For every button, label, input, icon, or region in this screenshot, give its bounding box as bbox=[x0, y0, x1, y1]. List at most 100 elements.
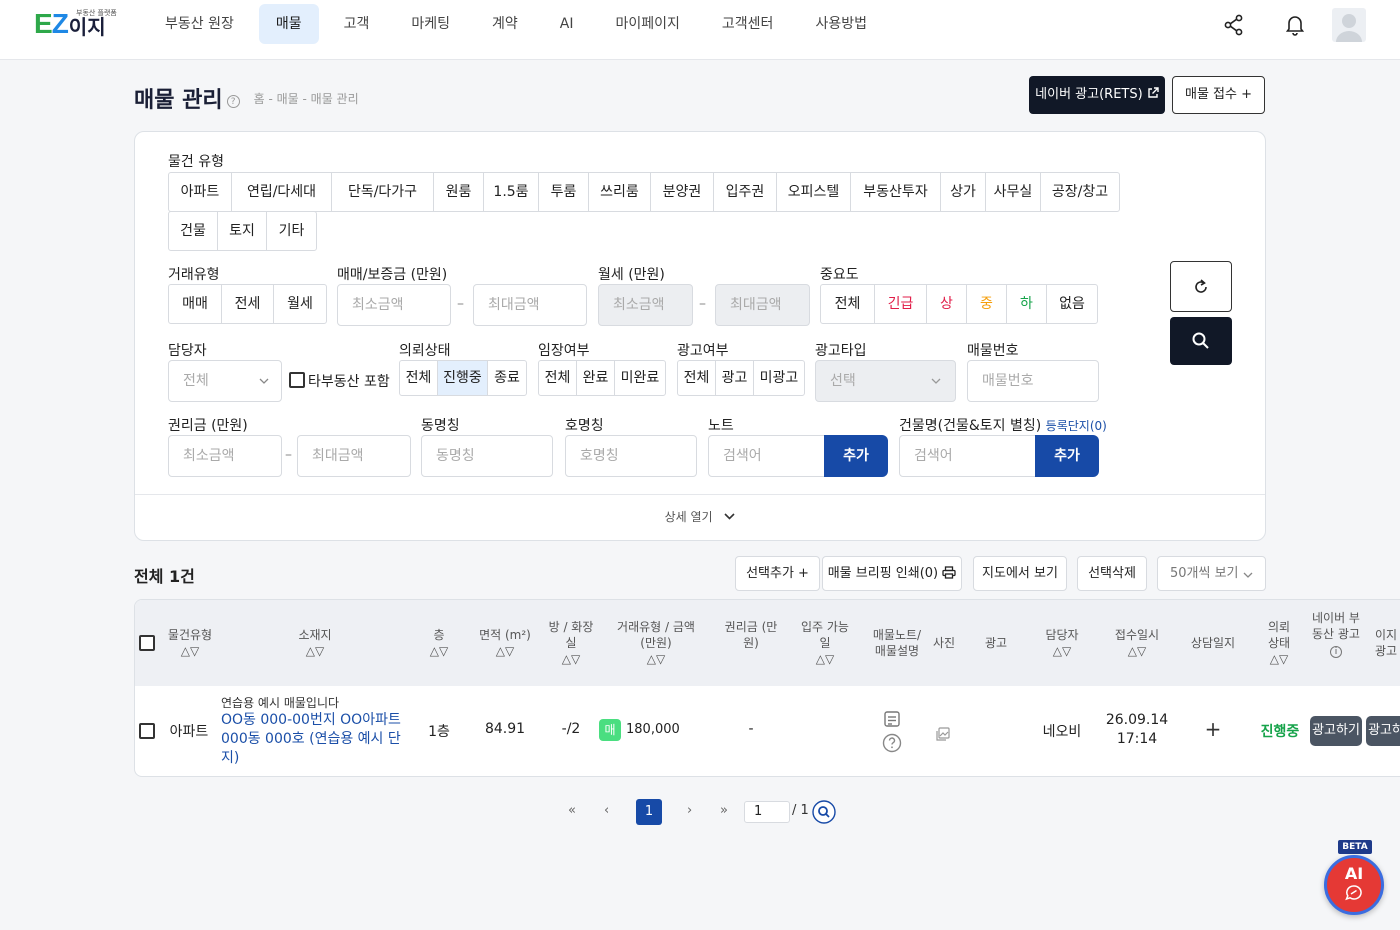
select-all-checkbox[interactable] bbox=[139, 635, 155, 651]
help-icon[interactable]: ? bbox=[226, 95, 240, 108]
receive-listing-button[interactable]: 매물 접수 + bbox=[1172, 76, 1265, 114]
sort-icon[interactable]: △▽ bbox=[1053, 644, 1071, 658]
ho-input[interactable]: 호명칭 bbox=[565, 435, 697, 477]
prop-type-option[interactable]: 공장/창고 bbox=[1041, 173, 1119, 211]
prop-type-option[interactable]: 입주권 bbox=[714, 173, 777, 211]
column-header[interactable]: 의뢰 상태 △▽ bbox=[1261, 619, 1297, 667]
naver-ad-button[interactable]: 광고하기 bbox=[1310, 716, 1362, 746]
sort-icon[interactable]: △▽ bbox=[430, 644, 448, 658]
easy-ad-button[interactable]: 광고하기 bbox=[1366, 716, 1400, 746]
nav-item-marketing[interactable]: 마케팅 bbox=[394, 4, 467, 44]
question-icon[interactable] bbox=[882, 733, 902, 753]
column-header[interactable]: 접수일시 △▽ bbox=[1105, 627, 1169, 659]
request-status-option[interactable]: 종료 bbox=[488, 361, 526, 395]
bell-icon[interactable] bbox=[1285, 14, 1305, 36]
page-next-button[interactable]: › bbox=[687, 803, 692, 818]
sort-icon[interactable]: △▽ bbox=[562, 652, 580, 666]
ad-status-option[interactable]: 광고 bbox=[716, 361, 754, 395]
note-search-input[interactable]: 검색어 bbox=[708, 435, 826, 477]
vacancy-option[interactable]: 전체 bbox=[539, 361, 577, 395]
naver-ad-rets-button[interactable]: 네이버 광고(RETS) bbox=[1029, 76, 1165, 114]
registered-complex-link[interactable]: 등록단지(0) bbox=[1046, 419, 1107, 433]
row-checkbox[interactable] bbox=[139, 723, 155, 739]
prop-type-option[interactable]: 원룸 bbox=[434, 173, 484, 211]
prop-type-option[interactable]: 분양권 bbox=[651, 173, 714, 211]
ad-type-select[interactable]: 선택 bbox=[815, 360, 956, 402]
share-icon[interactable] bbox=[1224, 14, 1244, 36]
nav-item-ledger[interactable]: 부동산 원장 bbox=[148, 4, 251, 44]
prop-type-option[interactable]: 상가 bbox=[941, 173, 986, 211]
premium-max-input[interactable]: 최대금액 bbox=[297, 435, 411, 477]
column-header[interactable]: 입주 가능일 △▽ bbox=[800, 619, 850, 667]
prop-type-option[interactable]: 사무실 bbox=[986, 173, 1041, 211]
sort-icon[interactable]: △▽ bbox=[1270, 652, 1288, 666]
page-first-button[interactable]: « bbox=[568, 803, 576, 818]
nav-item-contracts[interactable]: 계약 bbox=[475, 4, 535, 44]
building-add-button[interactable]: 추가 bbox=[1035, 435, 1099, 477]
column-header[interactable]: 담당자 △▽ bbox=[1037, 627, 1087, 659]
column-header[interactable]: 물건유형 △▽ bbox=[159, 627, 221, 659]
request-status-option-active[interactable]: 진행중 bbox=[438, 361, 488, 395]
ad-status-option[interactable]: 전체 bbox=[678, 361, 716, 395]
vacancy-option[interactable]: 미완료 bbox=[615, 361, 665, 395]
request-status-option[interactable]: 전체 bbox=[400, 361, 438, 395]
prop-type-option[interactable]: 아파트 bbox=[169, 173, 232, 211]
nav-item-listings[interactable]: 매물 bbox=[258, 4, 319, 44]
column-header[interactable]: 층 △▽ bbox=[419, 627, 459, 659]
building-search-input[interactable]: 검색어 bbox=[899, 435, 1037, 477]
sort-icon[interactable]: △▽ bbox=[816, 652, 834, 666]
column-header[interactable]: 방 / 화장실 △▽ bbox=[548, 619, 594, 667]
vacancy-option[interactable]: 완료 bbox=[577, 361, 615, 395]
importance-option-mid[interactable]: 중 bbox=[967, 285, 1007, 323]
page-prev-button[interactable]: ‹ bbox=[604, 803, 609, 818]
per-page-select[interactable]: 50개씩 보기 bbox=[1157, 556, 1266, 591]
nav-item-ai[interactable]: AI bbox=[543, 4, 591, 44]
prop-type-option[interactable]: 토지 bbox=[218, 212, 267, 250]
manager-select[interactable]: 전체 bbox=[168, 360, 282, 402]
importance-option[interactable]: 전체 bbox=[821, 285, 875, 323]
listing-no-input[interactable]: 매물번호 bbox=[967, 360, 1099, 402]
prop-type-option[interactable]: 오피스텔 bbox=[777, 173, 851, 211]
page-current[interactable]: 1 bbox=[636, 799, 662, 825]
nav-item-support[interactable]: 고객센터 bbox=[705, 4, 791, 44]
prop-type-option[interactable]: 연립/다세대 bbox=[232, 173, 332, 211]
importance-option-urgent[interactable]: 긴급 bbox=[875, 285, 927, 323]
note-add-button[interactable]: 추가 bbox=[824, 435, 888, 477]
deal-type-option[interactable]: 전세 bbox=[222, 285, 274, 323]
reset-button[interactable] bbox=[1170, 261, 1232, 312]
prop-type-option[interactable]: 건물 bbox=[169, 212, 218, 250]
premium-min-input[interactable]: 최소금액 bbox=[168, 435, 282, 477]
sort-icon[interactable]: △▽ bbox=[647, 652, 665, 666]
prop-type-option[interactable]: 부동산투자 bbox=[851, 173, 941, 211]
sort-icon[interactable]: △▽ bbox=[306, 644, 324, 658]
page-input[interactable]: 1 bbox=[744, 801, 790, 823]
ai-assistant-button[interactable]: AI bbox=[1324, 855, 1384, 915]
deal-type-option[interactable]: 매매 bbox=[169, 285, 222, 323]
prop-type-option[interactable]: 쓰리룸 bbox=[589, 173, 651, 211]
importance-option-low[interactable]: 하 bbox=[1007, 285, 1047, 323]
add-selected-button[interactable]: 선택추가 + bbox=[735, 556, 820, 591]
column-header[interactable]: 소재지 △▽ bbox=[275, 627, 355, 659]
nav-item-mypage[interactable]: 마이페이지 bbox=[599, 4, 697, 44]
logo[interactable]: 부동산 플랫폼 E Z 이지 bbox=[34, 9, 117, 38]
prop-type-option[interactable]: 단독/다가구 bbox=[332, 173, 434, 211]
briefing-print-button[interactable]: 매물 브리핑 인쇄(0) bbox=[822, 556, 962, 591]
importance-option[interactable]: 없음 bbox=[1047, 285, 1097, 323]
search-button[interactable] bbox=[1170, 317, 1232, 365]
column-header[interactable]: 거래유형 / 금액 (만원) △▽ bbox=[615, 619, 697, 667]
rent-max-input[interactable]: 최대금액 bbox=[715, 284, 810, 326]
column-header[interactable]: 면적 (m²) △▽ bbox=[473, 627, 537, 659]
ad-status-option[interactable]: 미광고 bbox=[754, 361, 804, 395]
add-consult-button[interactable]: + bbox=[1201, 717, 1225, 741]
map-view-button[interactable]: 지도에서 보기 bbox=[973, 556, 1067, 591]
detail-toggle[interactable]: 상세 열기 bbox=[135, 494, 1265, 525]
avatar[interactable] bbox=[1332, 8, 1366, 42]
table-row[interactable]: 아파트 연습용 예시 매물입니다 OO동 000-00번지 OO아파트 000동… bbox=[135, 686, 1400, 776]
delete-selected-button[interactable]: 선택삭제 bbox=[1077, 556, 1147, 591]
page-search-icon[interactable] bbox=[812, 800, 836, 824]
prop-type-option[interactable]: 1.5룸 bbox=[484, 173, 539, 211]
deal-type-option[interactable]: 월세 bbox=[274, 285, 326, 323]
dong-input[interactable]: 동명칭 bbox=[421, 435, 553, 477]
photo-icon[interactable] bbox=[936, 727, 950, 741]
sort-icon[interactable]: △▽ bbox=[496, 644, 514, 658]
